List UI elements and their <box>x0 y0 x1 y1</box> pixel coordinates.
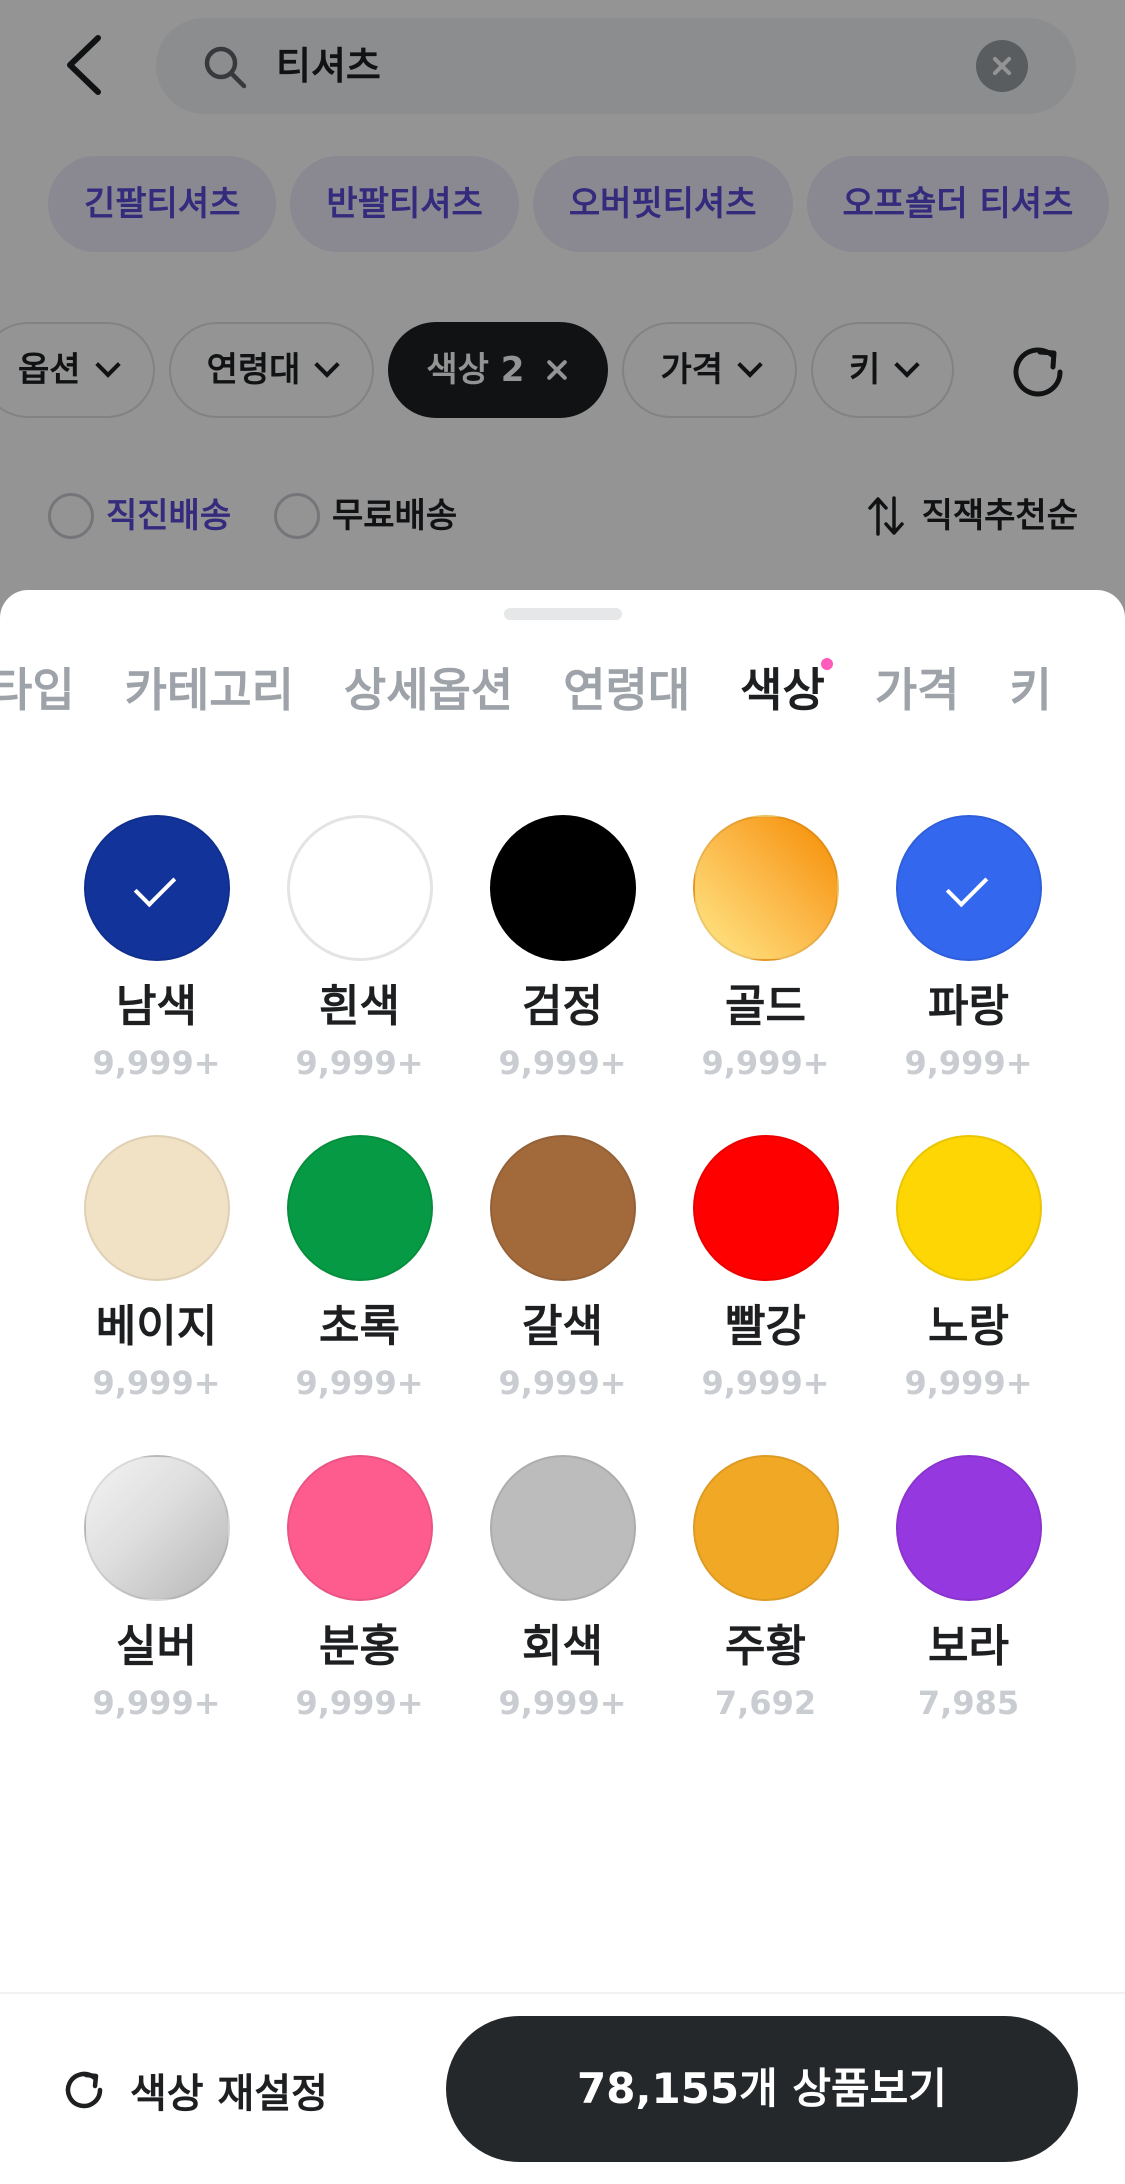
color-swatch[interactable] <box>692 1135 839 1281</box>
color-swatch[interactable] <box>895 815 1042 961</box>
color-name: 초록 <box>319 1301 400 1352</box>
color-option[interactable]: 갈색 9,999+ <box>461 1135 664 1405</box>
color-swatch[interactable] <box>83 1455 230 1601</box>
color-count: 9,999+ <box>498 1364 627 1402</box>
tab-4[interactable]: 색상 <box>740 650 833 730</box>
color-count: 7,692 <box>714 1684 817 1722</box>
filter-bottom-sheet: 타입 카테고리 상세옵션 연령대 색상 가격 키 남색 9,999+ 흰색 9,999+ 검정 9,9… <box>0 590 1125 2184</box>
color-name: 검정 <box>522 981 603 1032</box>
color-swatch[interactable] <box>489 1135 636 1281</box>
color-option[interactable]: 노랑 9,999+ <box>867 1135 1070 1405</box>
tab-6[interactable]: 키 <box>1009 650 1051 730</box>
sheet-drag-handle[interactable] <box>504 608 622 620</box>
color-count: 9,999+ <box>498 1044 627 1082</box>
color-swatch[interactable] <box>83 1135 230 1281</box>
color-grid: 남색 9,999+ 흰색 9,999+ 검정 9,999+ 골드 9,999+ 파랑 9,999+… <box>55 815 1075 1725</box>
color-swatch[interactable] <box>692 815 839 961</box>
color-count: 9,999+ <box>92 1044 221 1082</box>
color-name: 노랑 <box>928 1301 1009 1352</box>
color-count: 9,999+ <box>701 1044 830 1082</box>
color-name: 빨강 <box>725 1301 806 1352</box>
reset-icon <box>65 2071 103 2109</box>
color-name: 보라 <box>928 1621 1009 1672</box>
color-name: 베이지 <box>95 1301 218 1352</box>
filter-tab-bar: 타입 카테고리 상세옵션 연령대 색상 가격 키 <box>0 650 1052 730</box>
color-swatch[interactable] <box>489 815 636 961</box>
color-name: 파랑 <box>928 981 1009 1032</box>
color-option[interactable]: 남색 9,999+ <box>55 815 258 1085</box>
color-option[interactable]: 분홍 9,999+ <box>258 1455 461 1725</box>
color-count: 9,999+ <box>498 1684 627 1722</box>
color-reset-button[interactable]: 색상 재설정 <box>60 2050 328 2130</box>
color-option[interactable]: 베이지 9,999+ <box>55 1135 258 1405</box>
color-swatch[interactable] <box>489 1455 636 1601</box>
tab-1[interactable]: 카테고리 <box>125 650 294 730</box>
color-name: 흰색 <box>319 981 400 1032</box>
color-option[interactable]: 보라 7,985 <box>867 1455 1070 1725</box>
color-option[interactable]: 실버 9,999+ <box>55 1455 258 1725</box>
color-name: 회색 <box>522 1621 603 1672</box>
color-option[interactable]: 빨강 9,999+ <box>664 1135 867 1405</box>
color-swatch[interactable] <box>286 1135 433 1281</box>
tab-5[interactable]: 가격 <box>875 650 960 730</box>
color-reset-label: 색상 재설정 <box>130 2071 328 2117</box>
color-name: 주황 <box>725 1621 806 1672</box>
color-count: 9,999+ <box>701 1364 830 1402</box>
color-name: 남색 <box>116 981 197 1032</box>
view-products-button[interactable]: 78,155개 상품보기 <box>446 2016 1078 2162</box>
color-swatch[interactable] <box>692 1455 839 1601</box>
color-count: 7,985 <box>917 1684 1020 1722</box>
sheet-footer: 색상 재설정 78,155개 상품보기 <box>0 1992 1125 2184</box>
color-swatch[interactable] <box>286 815 433 961</box>
color-count: 9,999+ <box>295 1684 424 1722</box>
color-swatch[interactable] <box>895 1135 1042 1281</box>
color-count: 9,999+ <box>92 1364 221 1402</box>
color-swatch[interactable] <box>895 1455 1042 1601</box>
color-option[interactable]: 초록 9,999+ <box>258 1135 461 1405</box>
color-name: 골드 <box>725 981 806 1032</box>
color-option[interactable]: 회색 9,999+ <box>461 1455 664 1725</box>
color-swatch[interactable] <box>286 1455 433 1601</box>
color-option[interactable]: 파랑 9,999+ <box>867 815 1070 1085</box>
active-indicator-dot <box>820 658 833 670</box>
color-name: 실버 <box>116 1621 197 1672</box>
color-name: 갈색 <box>522 1301 603 1352</box>
tab-3[interactable]: 연령대 <box>563 650 690 730</box>
color-option[interactable]: 골드 9,999+ <box>664 815 867 1085</box>
modal-backdrop[interactable] <box>0 0 1125 640</box>
color-count: 9,999+ <box>92 1684 221 1722</box>
color-count: 9,999+ <box>904 1044 1033 1082</box>
tab-0[interactable]: 타입 <box>0 650 75 730</box>
color-option[interactable]: 주황 7,692 <box>664 1455 867 1725</box>
color-count: 9,999+ <box>295 1044 424 1082</box>
color-name: 분홍 <box>319 1621 400 1672</box>
color-count: 9,999+ <box>904 1364 1033 1402</box>
color-option[interactable]: 검정 9,999+ <box>461 815 664 1085</box>
tab-2[interactable]: 상세옵션 <box>344 650 513 730</box>
color-count: 9,999+ <box>295 1364 424 1402</box>
color-swatch[interactable] <box>83 815 230 961</box>
color-option[interactable]: 흰색 9,999+ <box>258 815 461 1085</box>
